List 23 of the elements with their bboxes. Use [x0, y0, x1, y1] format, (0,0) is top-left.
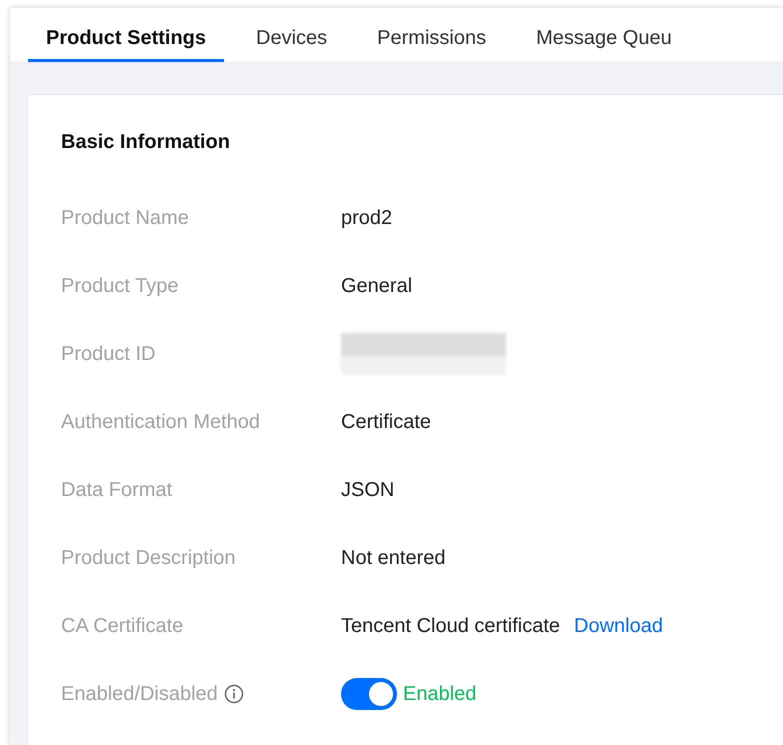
download-link[interactable]: Download [574, 614, 663, 638]
tab[interactable]: Message Queu [518, 27, 690, 62]
field-label: Product Type [61, 274, 178, 298]
field-label: Product ID [61, 342, 156, 366]
field-label: Product Description [61, 546, 236, 570]
info-icon[interactable] [224, 684, 244, 704]
field-value: Tencent Cloud certificate [341, 614, 560, 638]
section-title: Basic Information [61, 131, 231, 154]
field-label: Authentication Method [61, 410, 260, 434]
tab[interactable]: Permissions [359, 27, 504, 62]
field-label: Enabled/Disabled [61, 682, 218, 706]
toggle-switch[interactable] [341, 678, 397, 710]
field-value: prod2 [341, 206, 392, 230]
tab[interactable]: Product Settings [28, 27, 224, 62]
field-value: Not entered [341, 546, 446, 570]
tab[interactable]: Devices [238, 27, 346, 62]
field-label: Data Format [61, 478, 172, 502]
field-value: JSON [341, 478, 394, 502]
field-label: Product Name [61, 206, 189, 230]
field-value: Certificate [341, 410, 432, 434]
field-label: CA Certificate [61, 614, 184, 638]
field-value: General [341, 274, 412, 298]
status-text: Enabled [403, 682, 476, 706]
